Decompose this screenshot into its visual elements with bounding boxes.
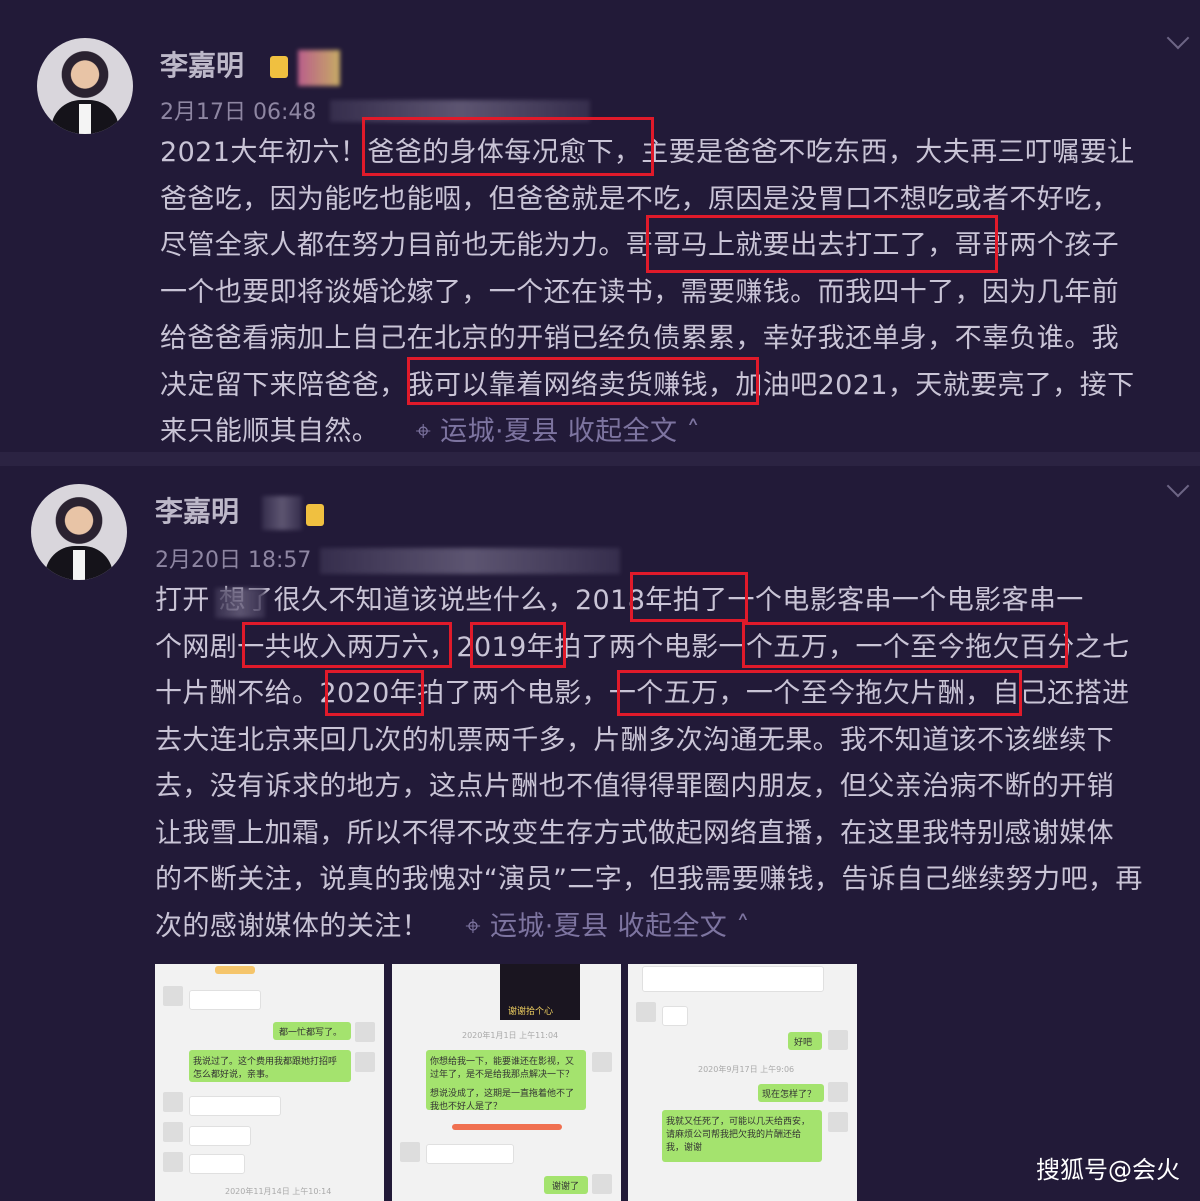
location-link[interactable]: 运城·夏县 (490, 911, 609, 942)
chat-timestamp: 2020年1月1日 上午11:04 (462, 1031, 559, 1040)
highlight-box (742, 622, 1068, 668)
post-body: 2021大年初六！爸爸的身体每况愈下，主要是爸爸不吃东西，大夫再三叮嘱要让 爸爸… (160, 130, 1178, 456)
author-avatar[interactable] (31, 484, 127, 580)
chat-text: 我就又任死了，可能以几天给西安，请麻烦公司帮我把欠我的片酬还给我，谢谢 (666, 1117, 811, 1153)
highlight-box (407, 357, 759, 405)
chat-screenshot-2[interactable]: 谢谢拾个心 2020年1月1日 上午11:04 你想给我一下，能要谁还在影视，又… (392, 964, 621, 1201)
chat-timestamp: 2020年9月17日 上午9:06 (698, 1065, 795, 1074)
highlight-box (325, 670, 424, 716)
redacted-area (215, 588, 265, 618)
chat-text: 好吧 (794, 1038, 813, 1048)
chat-screenshot-1[interactable]: 都一忙都写了。 我说过了。这个费用我都跟她打招呼怎么都好说，亲事。 2020年1… (155, 964, 384, 1201)
chevron-up-icon[interactable]: ˄ (727, 911, 750, 942)
author-name[interactable]: 李嘉明 (155, 490, 239, 530)
vip-badge-icon (270, 56, 288, 78)
chevron-down-icon[interactable] (1166, 474, 1190, 498)
post-separator (0, 452, 1200, 466)
vip-badge-icon (306, 504, 324, 526)
watermark: 搜狐号@会火 (1036, 1156, 1180, 1184)
chevron-down-icon[interactable] (1166, 26, 1190, 50)
post-line: 去，没有诉求的地方，这点片酬也不值得得罪圈内朋友，但父亲治病不断的开销 (155, 771, 1114, 802)
post-line: 2021大年初六！爸爸的身体每况愈下，主要是爸爸不吃东西，大夫再三叮嘱要让 (160, 137, 1135, 168)
post-line-last: 次的感谢媒体的关注！ ⌖ 运城·夏县 收起全文 ˄ (155, 910, 751, 942)
chat-text: 你想给我一下，能要谁还在影视，又过年了，是不是给我那点解决一下？ (430, 1057, 575, 1080)
chat-text: 都一忙都写了。 (279, 1028, 343, 1038)
highlight-box (646, 215, 998, 273)
chevron-up-icon[interactable]: ˄ (677, 416, 700, 447)
post-line: 给爸爸看病加上自己在北京的开销已经负债累累，幸好我还单身，不辜负谁。我 (160, 323, 1119, 354)
chat-text: 谢谢了 (552, 1182, 580, 1192)
collapse-link[interactable]: 收起全文 (618, 911, 728, 942)
chat-text: 想说没成了，这期是一直拖着他不了我也不好人是了？ (430, 1089, 575, 1112)
post-timestamp: 2月17日 06:48 (160, 100, 317, 125)
post-line-last: 来只能顺其自然。 ⌖ 运城·夏县 收起全文 ˄ (160, 416, 701, 447)
post-line: 让我雪上加霜，所以不得不改变生存方式做起网络直播，在这里我特别感谢媒体 (155, 817, 1114, 849)
chat-text: 现在怎样了？ (762, 1090, 817, 1100)
location-link[interactable]: 运城·夏县 (440, 416, 559, 447)
redacted-area (320, 548, 620, 574)
chat-timestamp: 2020年11月14日 上午10:14 (225, 1187, 332, 1196)
highlight-box (362, 117, 654, 176)
author-avatar[interactable] (37, 38, 133, 134)
author-name[interactable]: 李嘉明 (160, 44, 244, 84)
redacted-area (298, 50, 340, 86)
chat-screenshot-3[interactable]: 好吧 2020年9月17日 上午9:06 现在怎样了？ 我就又任死了，可能以几天… (628, 964, 857, 1201)
post-line: 去大连北京来回几次的机票两千多，片酬多次沟通无果。我不知道该不该继续下 (155, 724, 1114, 756)
poster-caption: 谢谢拾个心 (508, 1007, 554, 1017)
post-line: 的不断关注，说真的我愧对“演员”二字，但我需要赚钱，告诉自己继续努力吧，再 (155, 864, 1143, 895)
highlight-box (470, 622, 566, 668)
collapse-link[interactable]: 收起全文 (568, 416, 678, 447)
chat-text: 我说过了。这个费用我都跟她打招呼怎么都好说，亲事。 (193, 1057, 338, 1080)
highlight-box (617, 670, 1022, 716)
location-pin-icon: ⌖ (437, 910, 490, 942)
weibo-post-1: 李嘉明 2月17日 06:48 2021大年初六！爸爸的身体每况愈下，主要是爸爸… (0, 0, 1200, 452)
highlight-box (242, 622, 452, 668)
highlight-box (630, 572, 748, 622)
post-line: 一个也要即将谈婚论嫁了，一个还在读书，需要赚钱。而我四十了，因为几年前 (160, 276, 1119, 308)
post-timestamp: 2月20日 18:57 (155, 548, 312, 573)
redacted-area (262, 496, 302, 530)
location-pin-icon: ⌖ (388, 416, 441, 447)
